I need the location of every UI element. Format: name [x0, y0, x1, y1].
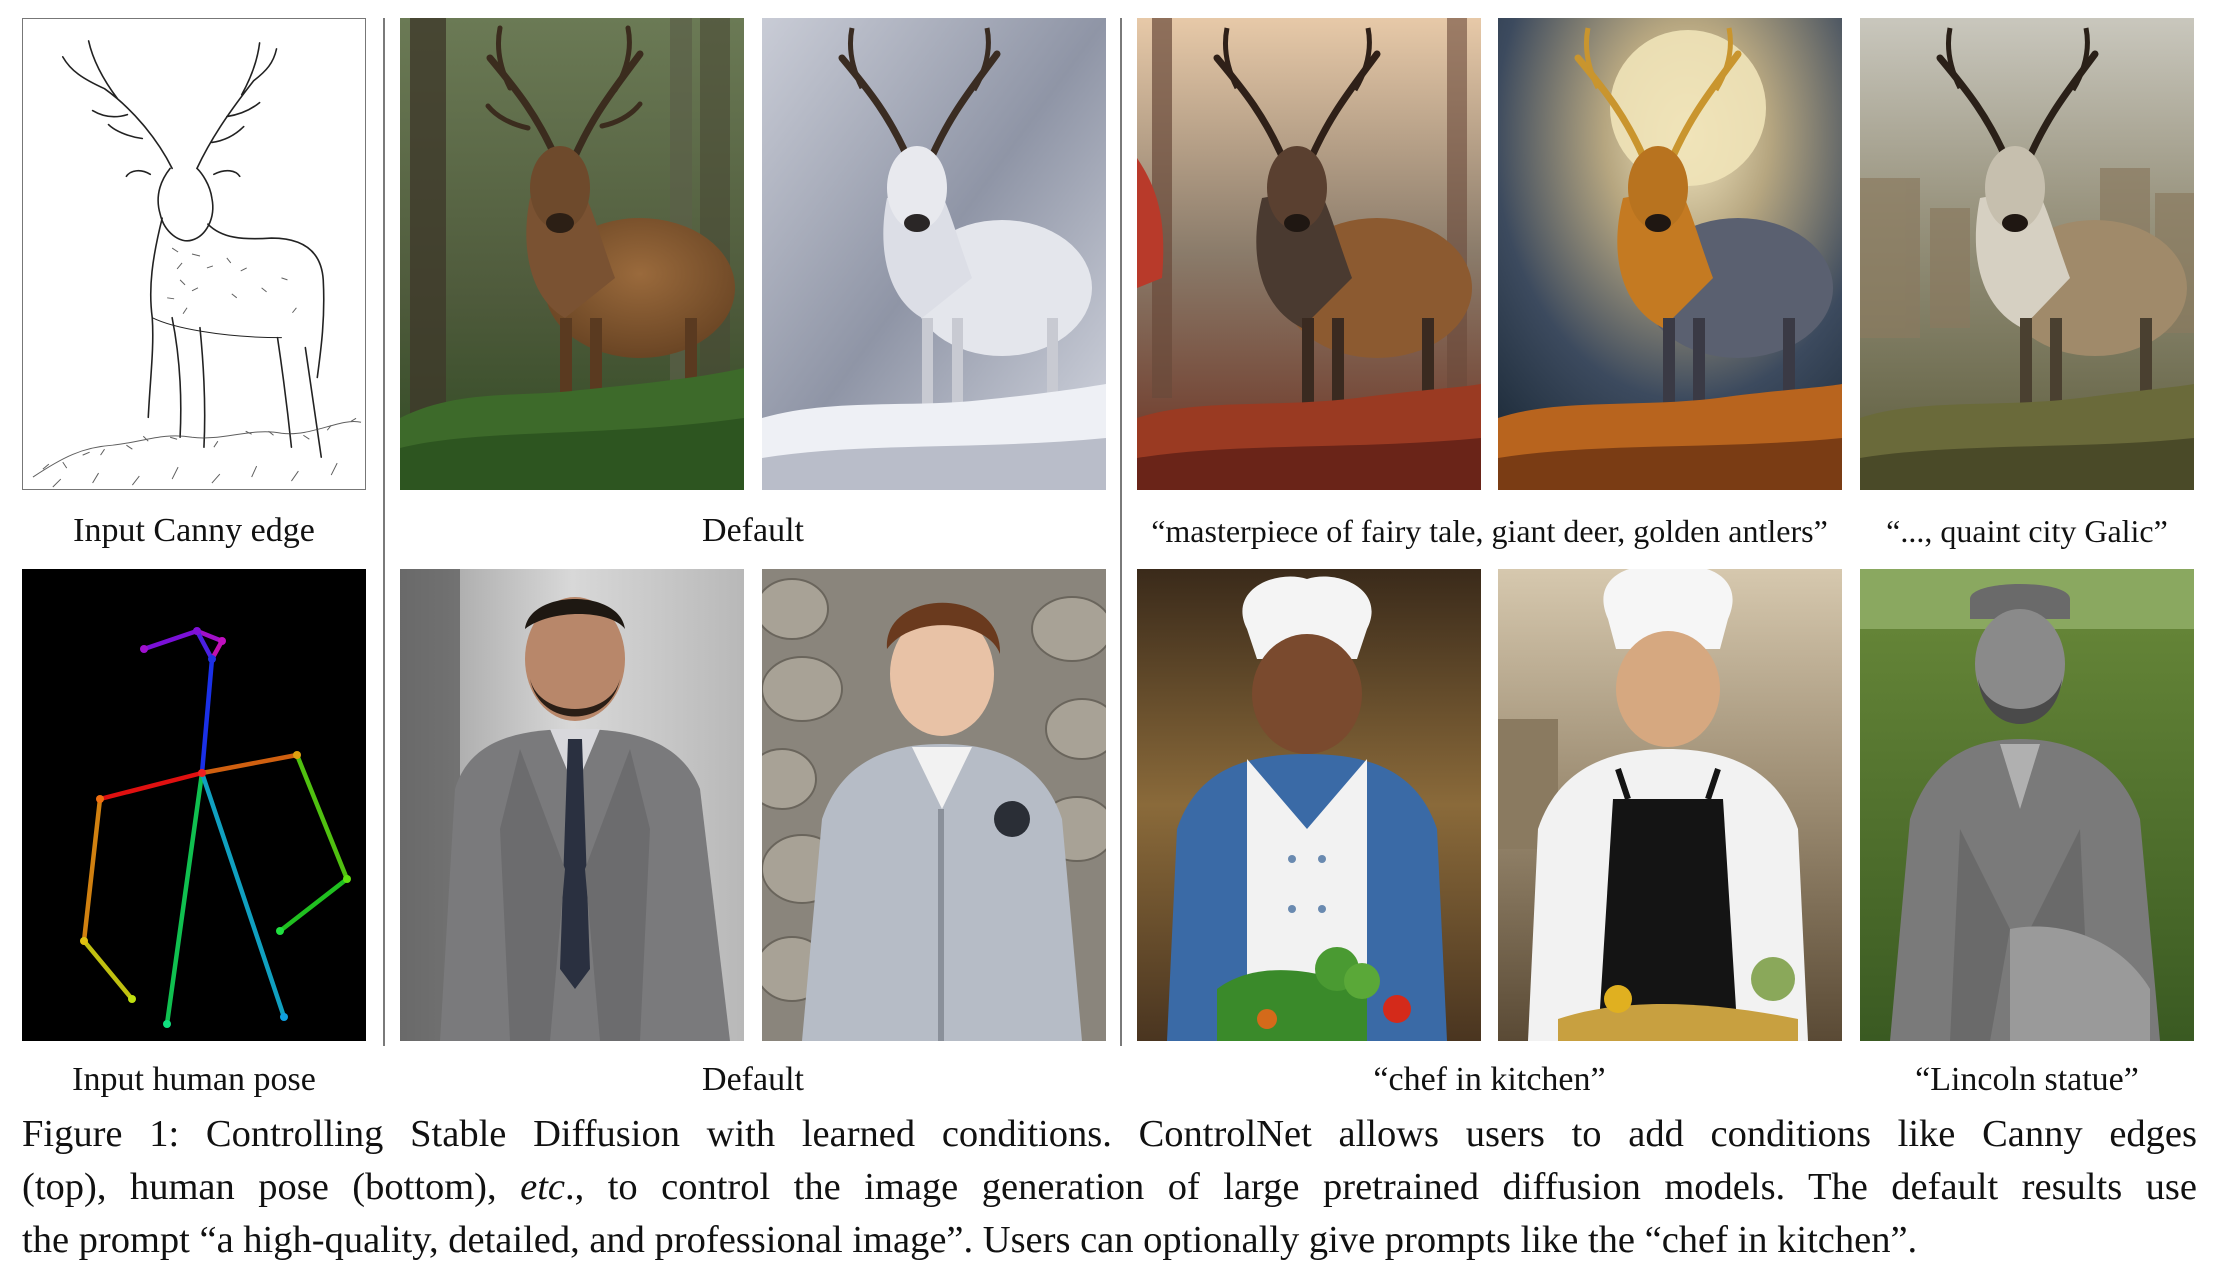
caption-top-default: Default	[702, 512, 804, 549]
figure-caption-line-1: Figure 1: Controlling Stable Diffusion w…	[22, 1113, 2197, 1155]
caption-bottom-prompt-lincoln: “Lincoln statue”	[1915, 1061, 2139, 1098]
canny-edge-input-image	[22, 18, 366, 490]
prompt-quaint-city-deer-image	[1860, 18, 2194, 490]
default-man-suit-image	[400, 569, 744, 1041]
prompt-fairy-tale-deer-image	[1137, 18, 1481, 490]
figure-caption-etc: etc	[520, 1166, 565, 1208]
default-deer-snow-image	[762, 18, 1106, 490]
prompt-chef-apron-image	[1498, 569, 1842, 1041]
figure-caption-line-3: the prompt “a high-quality, detailed, an…	[22, 1219, 1918, 1261]
figure-caption-line-2-start: (top), human pose (bottom),	[22, 1166, 521, 1208]
figure-caption: Figure 1: Controlling Stable Diffusion w…	[22, 1108, 2197, 1267]
divider-left	[383, 18, 385, 1046]
human-pose-input-image	[22, 569, 366, 1041]
caption-top-prompt-fairy-tale: “masterpiece of fairy tale, giant deer, …	[1151, 513, 1828, 549]
default-deer-forest-image	[400, 18, 744, 490]
prompt-golden-antlers-deer-image	[1498, 18, 1842, 490]
figure-caption-line-2: (top), human pose (bottom), etc., to con…	[22, 1161, 2197, 1214]
prompt-chef-smiling-image	[1137, 569, 1481, 1041]
divider-right	[1120, 18, 1122, 1046]
caption-top-prompt-quaint-city: “..., quaint city Galic”	[1886, 513, 2168, 549]
caption-input-canny-edge: Input Canny edge	[73, 512, 315, 549]
caption-bottom-default: Default	[702, 1061, 804, 1098]
caption-bottom-prompt-chef: “chef in kitchen”	[1373, 1061, 1606, 1098]
prompt-lincoln-statue-image	[1860, 569, 2194, 1041]
default-boy-jacket-image	[762, 569, 1106, 1041]
figure-caption-line-2-end: ., to control the image generation of la…	[564, 1166, 2197, 1208]
caption-input-human-pose: Input human pose	[72, 1061, 316, 1098]
